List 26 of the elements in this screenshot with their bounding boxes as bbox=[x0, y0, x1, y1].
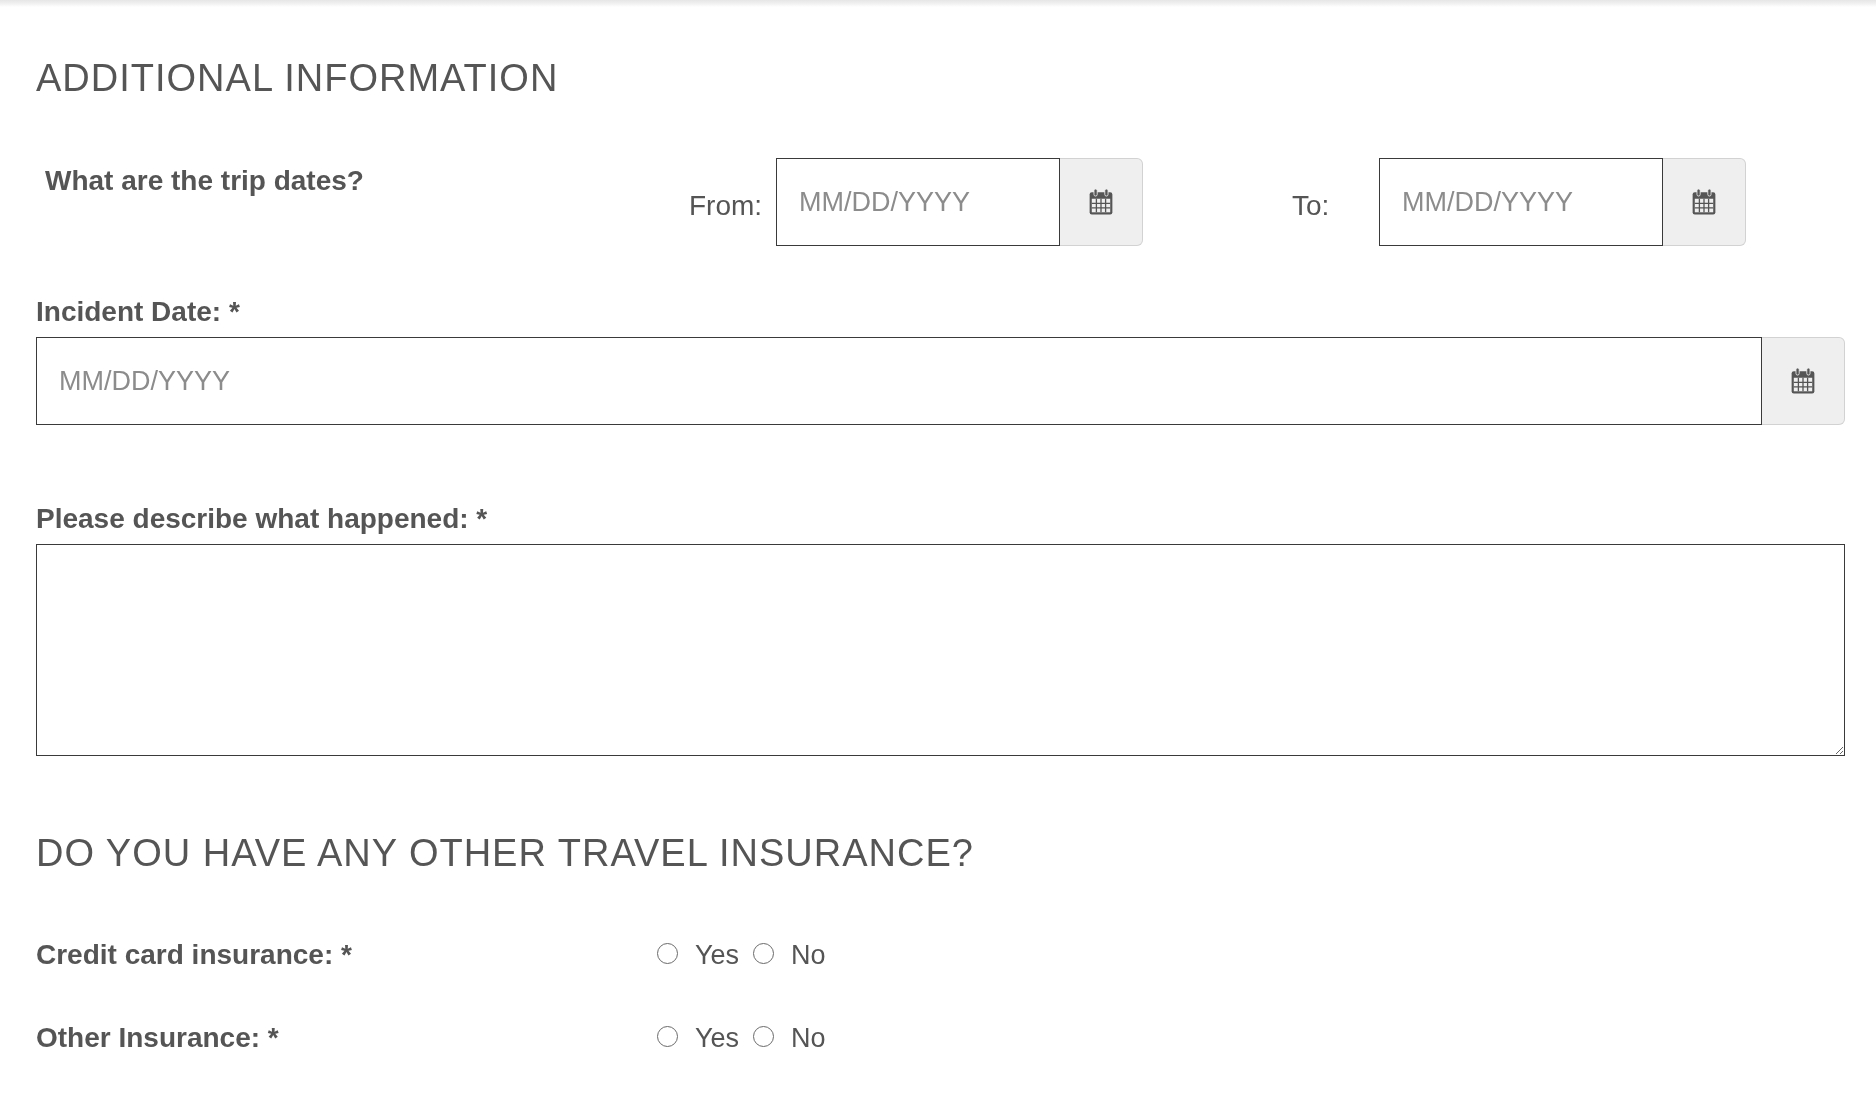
field-label: Incident Date: * bbox=[36, 295, 240, 329]
option-label[interactable]: Yes bbox=[695, 1021, 740, 1055]
option-label[interactable]: No bbox=[791, 1021, 826, 1055]
calendar-icon bbox=[1089, 189, 1113, 215]
calendar-button[interactable] bbox=[1762, 337, 1845, 425]
calendar-button[interactable] bbox=[1663, 158, 1746, 246]
question-label: Credit card insurance: * bbox=[36, 939, 352, 970]
date-input[interactable]: MM/DD/YYYY bbox=[1379, 158, 1663, 246]
radio-button[interactable] bbox=[657, 943, 678, 964]
date-input[interactable]: MM/DD/YYYY bbox=[36, 337, 1762, 425]
calendar-button[interactable] bbox=[1060, 158, 1143, 246]
calendar-icon bbox=[1692, 189, 1716, 215]
option-label[interactable]: No bbox=[791, 938, 826, 972]
radio-button[interactable] bbox=[657, 1026, 678, 1047]
section-heading: ADDITIONAL INFORMATION bbox=[36, 56, 559, 101]
date-input[interactable]: MM/DD/YYYY bbox=[776, 158, 1060, 246]
radio-button[interactable] bbox=[753, 1026, 775, 1047]
field-label: To: bbox=[1292, 189, 1330, 221]
field-label: From: bbox=[689, 189, 763, 221]
calendar-icon bbox=[1791, 368, 1815, 394]
section-heading: DO YOU HAVE ANY OTHER TRAVEL INSURANCE? bbox=[36, 831, 974, 876]
option-label[interactable]: Yes bbox=[695, 938, 740, 972]
field-label: Please describe what happened: * bbox=[36, 502, 488, 536]
question-label: What are the trip dates? bbox=[45, 165, 364, 196]
question-label: Other Insurance: * bbox=[36, 1022, 279, 1053]
radio-button[interactable] bbox=[753, 943, 775, 964]
